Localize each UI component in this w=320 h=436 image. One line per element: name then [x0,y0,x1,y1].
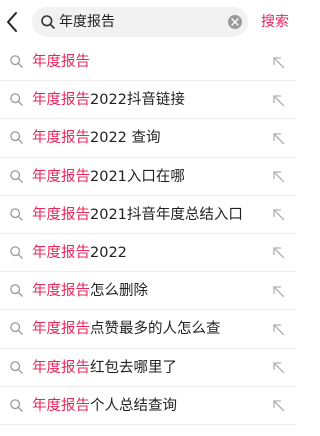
suggestion-text: 年度报告2022抖音链接 [32,81,185,119]
suggestion-item[interactable]: 年度报告2022抖音链接 [0,81,296,120]
search-header: 年度报告 搜索 [0,0,296,44]
suggestion-text: 年度报告2022 查询 [32,119,161,157]
suggestion-highlight: 年度报告 [32,206,90,223]
suggestion-highlight: 年度报告 [32,130,90,147]
clear-button[interactable] [228,15,242,29]
fill-query-button[interactable] [269,397,287,415]
arrow-up-left-icon [272,285,284,297]
search-icon [10,131,23,145]
fill-query-button[interactable] [269,244,287,262]
suggestion-item[interactable]: 年度报告点赞最多的人怎么查 [0,310,296,349]
suggestion-text: 年度报告怎么删除 [32,272,148,310]
clear-icon [231,18,239,26]
suggestion-item[interactable]: 年度报告 [0,43,296,82]
arrow-up-left-icon [272,209,284,221]
suggestion-highlight: 年度报告 [32,321,90,338]
suggestion-item[interactable]: 年度报告2022 [0,234,296,273]
search-icon [41,15,55,29]
suggestion-item[interactable]: 年度报告2021抖音年度总结入口 [0,196,296,234]
suggestion-rest: 2021抖音年度总结入口 [90,206,243,223]
suggestion-highlight: 年度报告 [32,359,90,376]
suggestion-rest: 2021入口在哪 [90,168,185,185]
suggestion-highlight: 年度报告 [32,397,90,414]
back-button[interactable] [2,9,22,35]
search-field[interactable]: 年度报告 [32,7,248,37]
suggestion-rest: 红包去哪里了 [90,359,177,376]
suggestion-highlight: 年度报告 [32,283,90,300]
suggestion-text: 年度报告2022 [32,234,127,272]
search-icon [10,322,23,336]
fill-query-button[interactable] [269,320,287,338]
search-icon [10,284,23,297]
suggestion-text: 年度报告2021抖音年度总结入口 [32,196,243,234]
suggestion-item[interactable]: 年度报告2022 查询 [0,119,296,158]
suggestion-rest: 2022 [90,244,127,261]
suggestion-highlight: 年度报告 [32,244,90,261]
search-icon [10,55,23,68]
suggestion-text: 年度报告 [32,43,90,81]
suggestion-text: 年度报告红包去哪里了 [32,349,177,387]
fill-query-button[interactable] [269,129,287,147]
suggestion-text: 年度报告点赞最多的人怎么查 [32,310,221,348]
search-input[interactable]: 年度报告 [59,7,115,37]
fill-query-button[interactable] [269,53,287,71]
search-icon [10,360,23,374]
arrow-up-left-icon [272,95,284,106]
suggestion-rest: 点赞最多的人怎么查 [90,321,221,338]
chevron-left-icon [7,12,17,32]
suggestion-rest: 2022抖音链接 [90,92,185,109]
search-icon [10,246,23,259]
fill-query-button[interactable] [269,282,287,300]
suggestion-item[interactable]: 年度报告怎么删除 [0,272,296,311]
suggestion-item[interactable]: 年度报告2021入口在哪 [0,158,296,196]
arrow-up-left-icon [272,324,284,335]
arrow-up-left-icon [272,247,284,259]
suggestion-text: 年度报告2021入口在哪 [32,158,185,196]
search-icon [10,398,23,412]
suggestion-highlight: 年度报告 [32,92,90,109]
fill-query-button[interactable] [269,91,287,109]
suggestion-text: 年度报告个人总结查询 [32,387,177,425]
suggestion-rest: 2022 查询 [90,130,161,147]
fill-query-button[interactable] [269,168,287,186]
search-submit-button[interactable]: 搜索 [261,7,289,37]
arrow-up-left-icon [272,400,284,412]
suggestion-highlight: 年度报告 [32,54,90,70]
search-icon [10,169,23,183]
suggestion-highlight: 年度报告 [32,168,90,185]
suggestion-rest: 个人总结查询 [90,397,177,414]
suggestion-list: 年度报告 年度报告2022抖音链接 年度报告2022 查询 年度报告2021入口… [0,43,296,425]
suggestion-item[interactable]: 年度报告个人总结查询 [0,387,296,425]
arrow-up-left-icon [272,171,284,183]
arrow-up-left-icon [272,133,284,145]
arrow-up-left-icon [272,56,284,68]
suggestion-item[interactable]: 年度报告红包去哪里了 [0,349,296,387]
search-icon [10,93,23,106]
search-icon [10,207,23,221]
fill-query-button[interactable] [269,359,287,377]
fill-query-button[interactable] [269,206,287,224]
suggestion-rest: 怎么删除 [90,283,148,300]
arrow-up-left-icon [272,362,284,374]
